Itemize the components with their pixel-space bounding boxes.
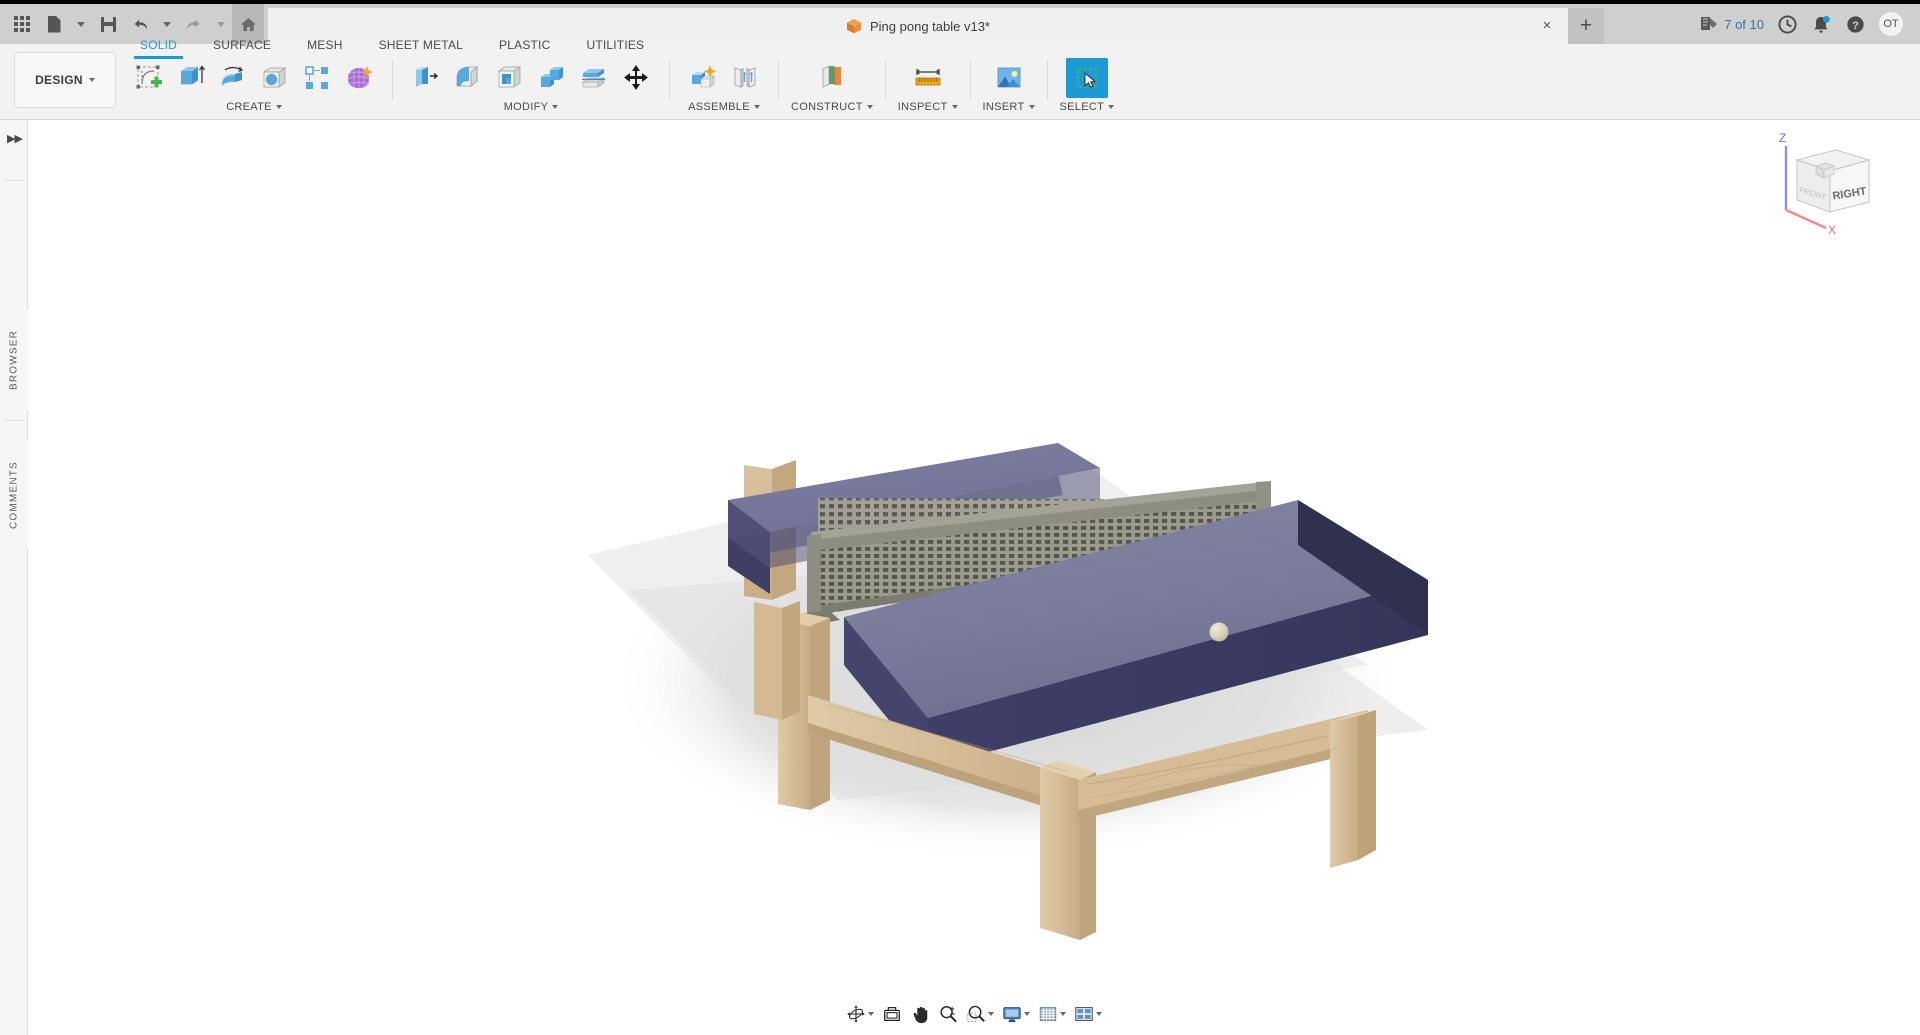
chevron-down-icon <box>754 105 760 109</box>
ribbon-group-inspect: INSPECT <box>892 58 964 113</box>
create-sketch-icon[interactable] <box>128 58 170 98</box>
new-file-dropdown-icon[interactable] <box>70 4 92 44</box>
chevron-down-icon <box>1108 105 1114 109</box>
zoom-window-icon[interactable] <box>963 1002 997 1026</box>
extrude-icon[interactable] <box>170 58 212 98</box>
design-workspace-menu[interactable]: DESIGN <box>14 52 116 108</box>
chevron-down-icon[interactable] <box>868 1012 874 1016</box>
ribbon-group-assemble-label[interactable]: ASSEMBLE <box>688 101 760 113</box>
orbit-icon[interactable] <box>843 1002 877 1026</box>
move-copy-icon[interactable] <box>615 58 657 98</box>
ribbon-group-select: SELECT <box>1054 58 1121 113</box>
chevron-down-icon <box>552 105 558 109</box>
chevron-down-icon[interactable] <box>988 1012 994 1016</box>
chevron-down-icon[interactable] <box>1024 1012 1030 1016</box>
viewports-icon[interactable] <box>1071 1002 1105 1026</box>
chevron-down-icon <box>952 105 958 109</box>
view-navigation-bar <box>843 1001 1105 1027</box>
new-tab-button[interactable]: + <box>1568 8 1604 44</box>
fillet-icon[interactable] <box>447 58 489 98</box>
grid-snaps-icon[interactable] <box>1035 1002 1069 1026</box>
ribbon-tab-plastic[interactable]: PLASTIC <box>481 34 568 56</box>
ribbon-group-modify: MODIFY <box>399 58 663 113</box>
ribbon-tab-surface[interactable]: SURFACE <box>195 34 289 56</box>
ribbon-tab-mesh[interactable]: MESH <box>289 34 360 56</box>
display-settings-icon[interactable] <box>999 1002 1033 1026</box>
titlebar-right-tools: 7 of 10 ? OT <box>1694 4 1920 44</box>
avatar[interactable]: OT <box>1872 4 1910 44</box>
design-history-icon <box>1700 15 1719 33</box>
notifications-icon[interactable] <box>1804 4 1838 44</box>
chevron-down-icon <box>1029 105 1035 109</box>
ribbon-tab-row: SOLID SURFACE MESH SHEET METAL PLASTIC U… <box>122 34 662 56</box>
app-grid-icon[interactable] <box>6 4 38 44</box>
joint-icon[interactable] <box>724 58 766 98</box>
pan-icon[interactable] <box>907 1002 933 1026</box>
chevron-down-icon <box>276 105 282 109</box>
chevron-down-icon[interactable] <box>1060 1012 1066 1016</box>
fit-view-icon[interactable] <box>879 1002 905 1026</box>
split-body-icon[interactable] <box>573 58 615 98</box>
ribbon-groups: CREATE <box>122 58 1120 118</box>
group-separator <box>1047 60 1048 100</box>
svg-text:?: ? <box>1852 19 1859 31</box>
viewport-canvas[interactable]: Z X RIGHT FRONT <box>28 120 1920 1035</box>
revolve-icon[interactable] <box>212 58 254 98</box>
chevron-down-icon <box>89 78 95 82</box>
ribbon-group-insert: INSERT <box>977 58 1041 113</box>
view-cube[interactable]: Z X RIGHT FRONT <box>1764 128 1884 238</box>
hole-icon[interactable] <box>254 58 296 98</box>
save-icon[interactable] <box>92 4 124 44</box>
group-separator <box>778 60 779 100</box>
ribbon-tab-sheet-metal[interactable]: SHEET METAL <box>361 34 481 56</box>
ping-pong-table-3d-model <box>28 120 1920 1035</box>
expand-panel-icon[interactable]: ▶▶ <box>7 132 22 145</box>
ribbon-group-select-label[interactable]: SELECT <box>1060 101 1115 113</box>
select-tool-icon[interactable] <box>1066 58 1108 98</box>
combine-icon[interactable] <box>531 58 573 98</box>
new-file-icon[interactable] <box>38 4 70 44</box>
shell-icon[interactable] <box>489 58 531 98</box>
design-workspace-label: DESIGN <box>35 73 83 87</box>
document-title: Ping pong table v13* <box>870 19 990 34</box>
job-status-icon[interactable] <box>1770 4 1804 44</box>
insert-canvas-icon[interactable] <box>988 58 1030 98</box>
ribbon-group-create: CREATE <box>122 58 386 113</box>
avatar-initials: OT <box>1883 18 1898 30</box>
ribbon-tab-solid[interactable]: SOLID <box>122 34 195 56</box>
ribbon-tab-utilities[interactable]: UTILITIES <box>568 34 662 56</box>
measure-icon[interactable] <box>907 58 949 98</box>
ribbon-group-assemble: ASSEMBLE <box>676 58 772 113</box>
axis-z-label: Z <box>1779 131 1786 145</box>
ribbon-group-create-label[interactable]: CREATE <box>226 101 282 113</box>
form-icon[interactable] <box>338 58 380 98</box>
sidebar-item-comments[interactable]: COMMENTS <box>0 440 28 550</box>
new-component-icon[interactable] <box>682 58 724 98</box>
help-icon[interactable]: ? <box>1838 4 1872 44</box>
version-label: 7 of 10 <box>1724 17 1764 32</box>
ribbon-group-inspect-label[interactable]: INSPECT <box>898 101 958 113</box>
group-separator <box>392 60 393 100</box>
pattern-icon[interactable] <box>296 58 338 98</box>
axis-x-label: X <box>1828 223 1836 237</box>
offset-plane-icon[interactable] <box>811 58 853 98</box>
version-indicator[interactable]: 7 of 10 <box>1694 4 1770 44</box>
chevron-down-icon[interactable] <box>1096 1012 1102 1016</box>
zoom-icon[interactable] <box>935 1002 961 1026</box>
group-separator <box>669 60 670 100</box>
cube-icon <box>846 18 862 34</box>
chevron-down-icon <box>867 105 873 109</box>
ribbon-group-construct-label[interactable]: CONSTRUCT <box>791 101 873 113</box>
ribbon-group-modify-label[interactable]: MODIFY <box>504 101 559 113</box>
ribbon: DESIGN SOLID SURFACE MESH SHEET METAL PL… <box>0 44 1920 120</box>
ribbon-group-insert-label[interactable]: INSERT <box>983 101 1035 113</box>
sidebar-item-browser[interactable]: BROWSER <box>0 310 28 410</box>
press-pull-icon[interactable] <box>405 58 447 98</box>
ribbon-group-construct: CONSTRUCT <box>785 58 879 113</box>
close-icon[interactable]: × <box>1540 19 1554 33</box>
group-separator <box>885 60 886 100</box>
left-panel-rail: ▶▶ BROWSER COMMENTS <box>0 120 28 1035</box>
group-separator <box>970 60 971 100</box>
